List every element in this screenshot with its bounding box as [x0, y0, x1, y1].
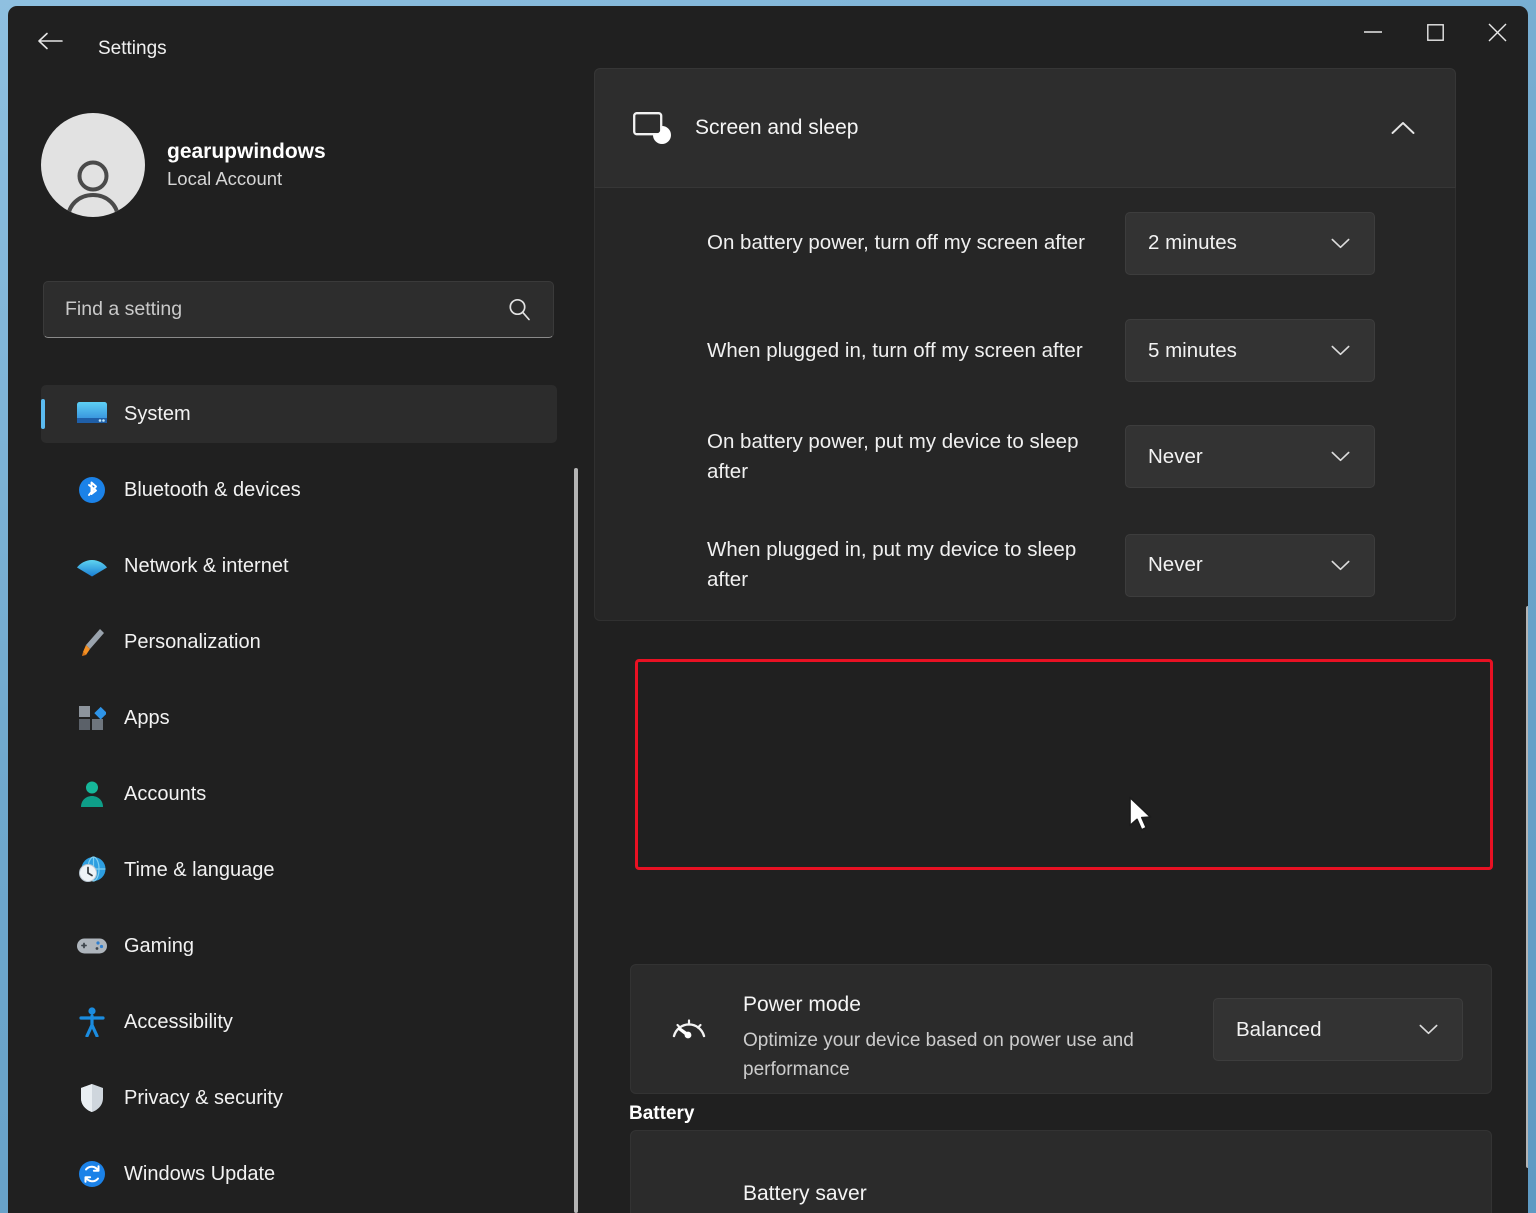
- sidebar-item-accounts[interactable]: Accounts: [41, 765, 557, 823]
- sidebar-item-label: Accounts: [124, 782, 207, 805]
- sidebar-item-personalization[interactable]: Personalization: [41, 613, 557, 671]
- back-button[interactable]: [30, 24, 70, 58]
- close-icon: [1488, 23, 1506, 41]
- profile-account-type: Local Account: [167, 167, 283, 189]
- main-scrollbar[interactable]: [1526, 606, 1528, 1168]
- sidebar-item-label: Network & internet: [124, 554, 289, 577]
- wifi-icon: [75, 554, 109, 578]
- search-input[interactable]: [44, 298, 508, 321]
- back-arrow-icon: [38, 32, 63, 50]
- dropdown-value: 5 minutes: [1148, 338, 1237, 362]
- setting-row-plugged-sleep: When plugged in, put my device to sleep …: [595, 510, 1455, 620]
- minimize-icon: [1364, 31, 1382, 33]
- maximize-button[interactable]: [1404, 6, 1466, 58]
- sidebar-item-label: Gaming: [124, 934, 195, 957]
- setting-label: When plugged in, put my device to sleep …: [707, 538, 1077, 591]
- dropdown-value: 2 minutes: [1148, 231, 1237, 254]
- chevron-down-icon: [1331, 560, 1350, 571]
- setting-row-plugged-screen-off: When plugged in, turn off my screen afte…: [595, 298, 1455, 403]
- window-controls: [1342, 6, 1528, 58]
- screen-and-sleep-header[interactable]: Screen and sleep: [594, 68, 1456, 188]
- sidebar-item-label: System: [124, 402, 191, 425]
- search-icon: [508, 298, 531, 321]
- sidebar-item-windows-update[interactable]: Windows Update: [41, 1145, 557, 1203]
- app-title: Settings: [98, 38, 167, 59]
- power-mode-card: Power mode Optimize your device based on…: [630, 964, 1492, 1094]
- sidebar-item-apps[interactable]: Apps: [41, 689, 557, 747]
- sidebar-item-system[interactable]: System: [41, 385, 557, 443]
- gamepad-icon: [75, 935, 109, 957]
- sidebar-item-time-language[interactable]: Time & language: [41, 841, 557, 899]
- accessibility-icon: [75, 1007, 109, 1037]
- sidebar-item-gaming[interactable]: Gaming: [41, 917, 557, 975]
- chevron-down-icon: [1331, 451, 1350, 462]
- settings-window: Settings gearupwindows Local Account Fin…: [8, 6, 1528, 1213]
- user-profile[interactable]: gearupwindows Local Account: [41, 113, 326, 217]
- sidebar-scrollbar[interactable]: [574, 468, 578, 1213]
- setting-label: On battery power, put my device to sleep…: [707, 429, 1079, 483]
- sidebar-item-label: Apps: [124, 706, 170, 729]
- plugged-screen-off-dropdown[interactable]: 5 minutes: [1125, 319, 1375, 382]
- profile-name: gearupwindows: [167, 140, 326, 164]
- screen-sleep-icon: [633, 112, 671, 144]
- plugged-sleep-dropdown[interactable]: Never: [1125, 533, 1375, 597]
- screen-and-sleep-title: Screen and sleep: [695, 116, 859, 139]
- battery-screen-off-dropdown[interactable]: 2 minutes: [1125, 211, 1375, 275]
- sidebar-item-bluetooth-devices[interactable]: Bluetooth & devices: [41, 461, 557, 519]
- monitor-icon: [75, 401, 109, 427]
- setting-row-battery-screen-off: On battery power, turn off my screen aft…: [595, 188, 1455, 298]
- sidebar-item-label: Personalization: [124, 630, 261, 653]
- sidebar-item-accessibility[interactable]: Accessibility: [41, 993, 557, 1051]
- sidebar: gearupwindows Local Account Find a setti…: [8, 68, 594, 1213]
- bluetooth-icon: [75, 476, 109, 504]
- sidebar-item-label: Accessibility: [124, 1010, 233, 1033]
- minimize-button[interactable]: [1342, 6, 1404, 58]
- sidebar-item-label: Time & language: [124, 858, 275, 881]
- title-bar: Settings: [8, 6, 1528, 68]
- search-box[interactable]: [43, 281, 554, 338]
- screen-and-sleep-card: Screen and sleep On battery power, turn …: [594, 68, 1528, 1094]
- dropdown-value: Balanced: [1236, 1017, 1322, 1041]
- chevron-up-icon[interactable]: [1391, 121, 1415, 135]
- sidebar-item-label: Windows Update: [124, 1162, 276, 1185]
- clock-globe-icon: [75, 855, 109, 885]
- chevron-down-icon: [1419, 1024, 1438, 1035]
- close-button[interactable]: [1466, 6, 1528, 58]
- chevron-down-icon: [1331, 238, 1350, 249]
- dropdown-value: Never: [1148, 444, 1203, 468]
- battery-sleep-dropdown[interactable]: Never: [1125, 425, 1375, 488]
- battery-saver-title: Battery saver: [743, 1182, 867, 1205]
- screen-and-sleep-body: On battery power, turn off my screen aft…: [594, 188, 1456, 621]
- update-sync-icon: [75, 1160, 109, 1188]
- sidebar-item-network-internet[interactable]: Network & internet: [41, 537, 557, 595]
- gauge-icon: [669, 1011, 709, 1045]
- setting-label: On battery power, turn off my screen aft…: [707, 231, 1085, 255]
- shield-icon: [75, 1083, 109, 1113]
- power-mode-dropdown[interactable]: Balanced: [1213, 998, 1463, 1061]
- sidebar-item-label: Bluetooth & devices: [124, 478, 301, 501]
- sidebar-item-label: Privacy & security: [124, 1086, 283, 1109]
- person-icon: [75, 780, 109, 808]
- battery-section-heading: Battery: [629, 1103, 695, 1124]
- maximize-icon: [1426, 23, 1444, 41]
- paintbrush-icon: [75, 627, 109, 657]
- setting-row-battery-sleep: On battery power, put my device to sleep…: [595, 403, 1455, 510]
- power-mode-title: Power mode: [743, 993, 861, 1016]
- sidebar-nav: System Bluetooth & devices Network & int…: [41, 385, 557, 1213]
- setting-label: When plugged in, turn off my screen afte…: [707, 338, 1083, 362]
- avatar: [41, 113, 145, 217]
- profile-text: gearupwindows Local Account: [167, 138, 326, 191]
- main-content: System › Power & battery Power Screen an…: [594, 68, 1528, 1213]
- power-mode-description: Optimize your device based on power use …: [743, 1030, 1134, 1080]
- user-avatar-icon: [66, 160, 120, 217]
- battery-saver-card[interactable]: Battery saver: [630, 1130, 1492, 1213]
- dropdown-value: Never: [1148, 553, 1203, 576]
- chevron-down-icon: [1331, 345, 1350, 356]
- sidebar-item-privacy-security[interactable]: Privacy & security: [41, 1069, 557, 1127]
- apps-grid-icon: [75, 704, 109, 732]
